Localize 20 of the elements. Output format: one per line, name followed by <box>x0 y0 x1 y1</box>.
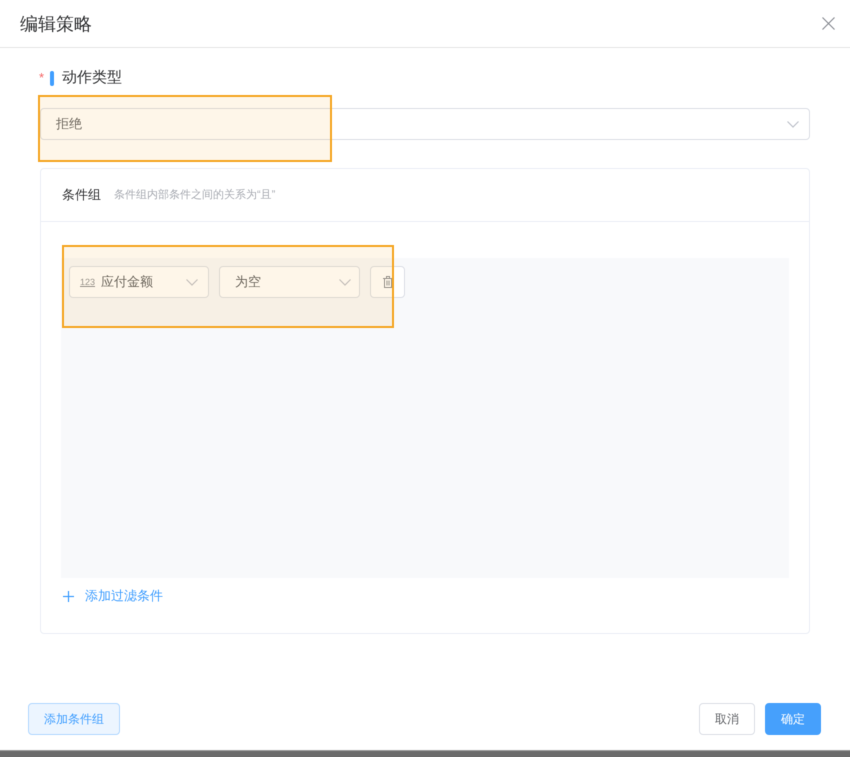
close-icon[interactable] <box>822 17 835 30</box>
chevron-down-icon <box>186 278 198 286</box>
cancel-button[interactable]: 取消 <box>699 703 755 735</box>
action-type-select[interactable]: 拒绝 <box>40 108 810 140</box>
field-label: 动作类型 <box>62 69 122 87</box>
delete-button[interactable] <box>370 266 405 298</box>
operator-select[interactable]: 为空 <box>219 266 360 298</box>
plus-icon <box>63 590 74 602</box>
add-filter-link[interactable]: 添加过滤条件 <box>63 588 163 604</box>
group-title: 条件组 <box>62 186 101 204</box>
group-hint: 条件组内部条件之间的关系为“且” <box>114 188 276 203</box>
confirm-button[interactable]: 确定 <box>765 703 821 735</box>
chevron-down-icon <box>787 120 799 128</box>
required-asterisk: * <box>39 71 44 85</box>
dialog-title: 编辑策略 <box>20 12 92 36</box>
field-type-label: 123 <box>80 277 96 287</box>
label-accent-bar <box>50 70 54 86</box>
trash-icon <box>382 276 392 288</box>
chevron-down-icon <box>339 278 351 286</box>
field-select[interactable]: 123 应付金额 <box>69 266 209 298</box>
